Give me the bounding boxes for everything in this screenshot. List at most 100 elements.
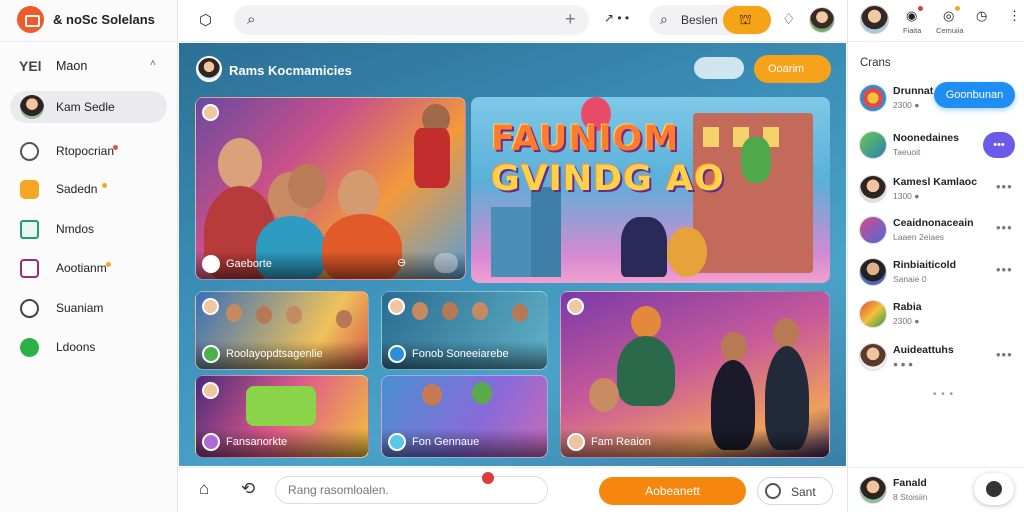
create-button[interactable]: Ooarim [754, 55, 831, 83]
hero-title-line-1: FAUNIOM [491, 119, 680, 159]
target-icon[interactable]: ◎ [943, 8, 954, 24]
quick-label: Fiaita [903, 26, 922, 35]
card-title: Roolayopdtsagenlie [226, 348, 323, 360]
item-sub: Sanaie 0 [893, 274, 927, 284]
card-avatar [202, 382, 219, 399]
more-button[interactable]: ••• [983, 132, 1015, 158]
list-item[interactable]: Kamesl Kamlaoc 1300 ● ••• [848, 171, 1024, 207]
sidebar-item-profile[interactable]: Kam Sedle [10, 91, 167, 123]
person-head [336, 310, 352, 328]
action-button[interactable]: Aobeanett [599, 477, 746, 505]
primary-button[interactable]: Goonbunan [934, 82, 1015, 108]
main-content: Rams Kocmamicies Ooarim Gaeborte ⊖ FAUNI… [179, 43, 846, 466]
home-hex-icon[interactable]: ⬡ [199, 11, 212, 29]
item-name: Kamesl Kamlaoc [893, 176, 978, 188]
more-horizontal-icon[interactable]: ••• [996, 262, 1013, 277]
list-item[interactable]: Rabia 2300 ● [848, 296, 1024, 332]
gift-button[interactable]: ⛫ [723, 6, 771, 34]
play-toggle[interactable] [434, 253, 458, 273]
list-item[interactable]: Auideattuhs ● ● ● ••• [848, 339, 1024, 375]
person-head [338, 170, 380, 220]
list-item[interactable]: Rinbiaiticold Sanaie 0 ••• [848, 254, 1024, 290]
sidebar-item-podcasts[interactable]: Rtopocrian [10, 135, 167, 167]
message-input[interactable] [275, 476, 548, 504]
sidebar-item-games[interactable]: Ldoons [10, 331, 167, 363]
user-status: 8 Stoisiin [893, 492, 928, 502]
sidebar-item-trending[interactable]: Nmdos [10, 213, 167, 245]
app-logo-icon[interactable] [17, 6, 44, 33]
video-card[interactable]: Fon Gennaue [381, 375, 548, 458]
channel-avatar [859, 300, 887, 328]
menu-header[interactable]: YEl Maon ˄ [0, 54, 178, 78]
search-bar[interactable]: ⌕ + [234, 5, 589, 35]
search-icon [20, 299, 39, 318]
person-head [422, 384, 442, 406]
person-head [773, 318, 799, 348]
sidebar-item-label: Ldoons [56, 340, 96, 354]
video-card[interactable]: Roolayopdtsagenlie [195, 291, 369, 370]
video-card[interactable]: Fonob Soneeiarebe [381, 291, 548, 370]
card-avatar [388, 433, 406, 451]
channel-avatar[interactable] [196, 56, 222, 82]
compose-button[interactable] [974, 473, 1014, 505]
right-panel: ◉ Fiaita ◎ Cemuiia ◷ ⋮ Crans Drunnat 230… [847, 0, 1024, 512]
game-icon [20, 338, 39, 357]
menu-icon: YEl [19, 58, 42, 74]
item-name: Noonedaines [893, 132, 959, 144]
share-dots-icon[interactable]: ↗ • • [604, 11, 629, 25]
person-head [721, 332, 747, 362]
hero-title-line-2: GVINDG AO [491, 159, 725, 199]
item-name: Rinbiaiticold [893, 259, 956, 271]
item-sub: 1300 ● [893, 191, 920, 201]
sidebar-item-tv[interactable]: Aootianm [10, 252, 167, 284]
user-avatar[interactable] [809, 7, 835, 33]
person-head [218, 138, 262, 190]
more-vertical-icon[interactable]: ⋮ [1008, 8, 1021, 24]
card-avatar [202, 104, 219, 121]
sidebar-item-label: Nmdos [56, 222, 95, 236]
list-item[interactable]: Ceaidnonaceain Laaen 2eiaes ••• [848, 212, 1024, 248]
record-icon[interactable]: ◉ [906, 8, 917, 24]
composer-bar: ⌂ ⟲ Aobeanett Sant [179, 467, 846, 512]
card-title: Fon Gennaue [412, 436, 480, 448]
right-panel-header: ◉ Fiaita ◎ Cemuiia ◷ ⋮ [848, 0, 1024, 42]
home-icon[interactable]: ⌂ [199, 479, 209, 499]
spark-icon[interactable]: ♢ [782, 10, 795, 28]
more-horizontal-icon[interactable]: ••• [996, 179, 1013, 194]
item-sub: 2300 ● [893, 100, 920, 110]
building-shape [491, 207, 531, 277]
sidebar-item-saved[interactable]: Sadedn [10, 173, 167, 205]
brand-header: & noSc Solelans [0, 0, 178, 42]
card-avatar [388, 345, 406, 363]
decor-shape [246, 386, 316, 426]
notification-dot [113, 145, 118, 150]
video-card[interactable]: Gaeborte ⊖ [195, 97, 466, 280]
page-title: Rams Kocmamicies [229, 63, 352, 78]
copy-icon[interactable]: ⊖ [397, 256, 406, 269]
card-title: Fansanorkte [226, 436, 288, 448]
item-name: Drunnat [893, 85, 934, 97]
timer-icon[interactable]: ◷ [976, 8, 987, 24]
cloud-decoration [694, 57, 744, 79]
more-horizontal-icon[interactable]: ••• [996, 220, 1013, 235]
video-card[interactable]: Fansanorkte [195, 375, 369, 458]
trending-icon [20, 220, 39, 239]
card-avatar [202, 433, 220, 451]
plus-icon[interactable]: + [565, 9, 576, 30]
podcast-icon [20, 142, 39, 161]
card-avatar [567, 433, 585, 451]
sidebar-item-search[interactable]: Suaniam [10, 292, 167, 324]
people-icon [986, 481, 1002, 497]
person-head [286, 306, 302, 324]
user-avatar [859, 175, 887, 203]
refresh-icon[interactable]: ⟲ [241, 479, 255, 499]
card-title: Fonob Soneeiarebe [412, 348, 509, 360]
more-horizontal-icon[interactable]: ••• [996, 347, 1013, 362]
video-card[interactable]: Fam Reaion [560, 291, 830, 458]
send-button[interactable]: Sant [757, 477, 833, 505]
user-avatar[interactable] [860, 5, 889, 34]
item-name: Auideattuhs [893, 344, 954, 356]
top-bar: ⬡ ⌕ + ↗ • • ⌕ Beslen ⛫ ♢ [179, 0, 846, 42]
person-body [617, 336, 675, 406]
chevron-up-icon[interactable]: ˄ [150, 58, 156, 69]
